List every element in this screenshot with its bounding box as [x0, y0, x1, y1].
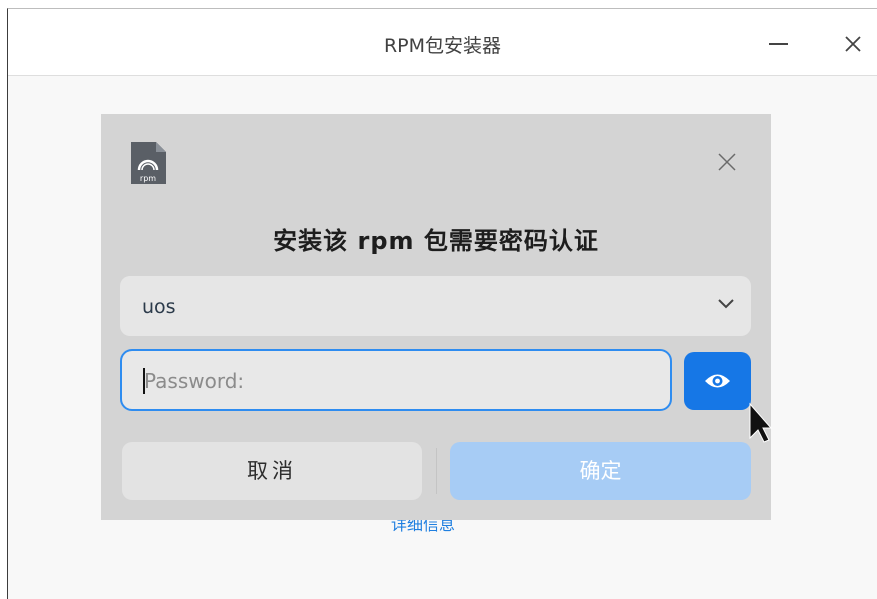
window-close-button[interactable]: [834, 23, 874, 63]
rpm-package-icon: rpm: [131, 142, 166, 184]
cancel-button[interactable]: 取消: [122, 442, 422, 500]
rpm-icon-label: rpm: [140, 174, 156, 183]
titlebar: RPM包安装器: [8, 9, 877, 76]
window-title: RPM包安装器: [383, 35, 502, 57]
close-icon: [718, 153, 736, 171]
password-input[interactable]: Password:: [120, 349, 672, 411]
show-password-button[interactable]: [684, 352, 751, 410]
user-select-value: uos: [142, 296, 176, 318]
minimize-button[interactable]: [760, 23, 800, 63]
user-select[interactable]: uos: [120, 276, 751, 336]
mouse-pointer-icon: [749, 402, 772, 443]
password-placeholder: Password:: [144, 369, 245, 393]
dialog-title: 安装该 rpm 包需要密码认证: [273, 227, 599, 255]
chevron-down-icon: [718, 299, 734, 309]
close-icon: [845, 36, 861, 52]
auth-dialog: rpm 安装该 rpm 包需要密码认证 uos Password: 取消 确定: [101, 114, 771, 520]
eye-icon: [705, 374, 730, 388]
dialog-close-button[interactable]: [709, 144, 745, 180]
button-divider: [436, 448, 437, 494]
confirm-button[interactable]: 确定: [450, 442, 751, 500]
